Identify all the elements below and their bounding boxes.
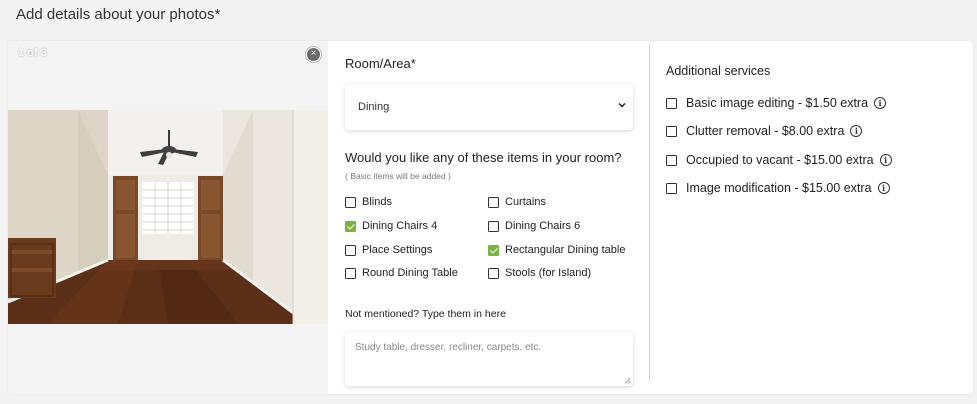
service-clutter-removal[interactable]: Clutter removal - $8.00 extra i	[666, 122, 863, 140]
room-photo	[8, 110, 328, 324]
not-mentioned-label: Not mentioned? Type them in here	[345, 308, 506, 320]
close-circle-icon[interactable]: ×	[306, 47, 321, 62]
checkbox[interactable]	[488, 220, 499, 232]
info-icon[interactable]: i	[874, 97, 887, 109]
service-label: Occupied to vacant - $15.00 extra	[686, 153, 874, 167]
checkbox[interactable]	[488, 267, 499, 279]
checkbox[interactable]	[666, 125, 677, 137]
service-label: Basic image editing - $1.50 extra	[686, 96, 869, 110]
additional-services-panel: Additional services Basic image editing …	[666, 41, 966, 394]
checkbox[interactable]	[345, 267, 356, 279]
column-divider	[649, 45, 650, 381]
item-label: Stools (for Island)	[505, 267, 592, 279]
page-heading: Add details about your photos*	[16, 6, 221, 23]
info-icon[interactable]: i	[850, 125, 863, 137]
service-occupied-to-vacant[interactable]: Occupied to vacant - $15.00 extra i	[666, 151, 892, 169]
photo-panel: 1 of 3 ×	[8, 41, 328, 394]
checkbox[interactable]	[488, 196, 499, 208]
room-details-panel: Room/Area* Dining Would you like any of …	[345, 41, 645, 394]
items-question: Would you like any of these items in you…	[345, 150, 622, 165]
items-checkbox-grid: Blinds Curtains Dining Chairs 4 Dining C…	[345, 194, 645, 290]
item-curtains[interactable]: Curtains	[488, 194, 546, 210]
info-icon[interactable]: i	[879, 154, 892, 166]
checkbox[interactable]	[666, 182, 677, 194]
item-blinds[interactable]: Blinds	[345, 194, 392, 210]
info-icon[interactable]: i	[877, 182, 890, 194]
room-area-selected-value: Dining	[358, 101, 390, 113]
checkbox[interactable]	[666, 154, 677, 166]
service-label: Image modification - $15.00 extra	[686, 181, 872, 195]
photo-counter: 1 of 3	[18, 47, 47, 59]
item-dining-chairs-6[interactable]: Dining Chairs 6	[488, 218, 580, 234]
item-label: Place Settings	[362, 244, 433, 256]
service-image-modification[interactable]: Image modification - $15.00 extra i	[666, 179, 890, 197]
chevron-down-icon	[618, 102, 626, 108]
item-dining-chairs-4[interactable]: Dining Chairs 4	[345, 218, 437, 234]
checkbox[interactable]	[345, 196, 356, 208]
items-subnote: ( Basic items will be added )	[345, 171, 451, 181]
room-area-select[interactable]: Dining	[345, 84, 633, 130]
item-label: Round Dining Table	[362, 267, 458, 279]
item-label: Rectangular Dining table	[505, 244, 626, 256]
checkbox[interactable]	[666, 97, 677, 109]
photo-details-card: 1 of 3 × Room/Area* Dining Would you lik…	[8, 41, 973, 394]
room-area-label: Room/Area*	[345, 56, 416, 71]
item-rectangular-dining-table[interactable]: Rectangular Dining table	[488, 242, 625, 258]
not-mentioned-textarea-wrap	[345, 332, 633, 386]
item-label: Dining Chairs 4	[362, 220, 438, 232]
item-stools-for-island[interactable]: Stools (for Island)	[488, 265, 591, 281]
item-place-settings[interactable]: Place Settings	[345, 242, 432, 258]
item-label: Blinds	[362, 196, 392, 208]
checkbox[interactable]	[345, 220, 356, 232]
not-mentioned-textarea[interactable]	[345, 332, 633, 386]
checkbox[interactable]	[345, 244, 356, 256]
item-round-dining-table[interactable]: Round Dining Table	[345, 265, 458, 281]
item-label: Dining Chairs 6	[505, 220, 581, 232]
checkbox[interactable]	[488, 244, 499, 256]
additional-services-label: Additional services	[666, 64, 771, 78]
resize-grip-icon[interactable]	[624, 377, 631, 384]
item-label: Curtains	[505, 196, 546, 208]
service-label: Clutter removal - $8.00 extra	[686, 124, 845, 138]
service-basic-image-editing[interactable]: Basic image editing - $1.50 extra i	[666, 94, 887, 112]
